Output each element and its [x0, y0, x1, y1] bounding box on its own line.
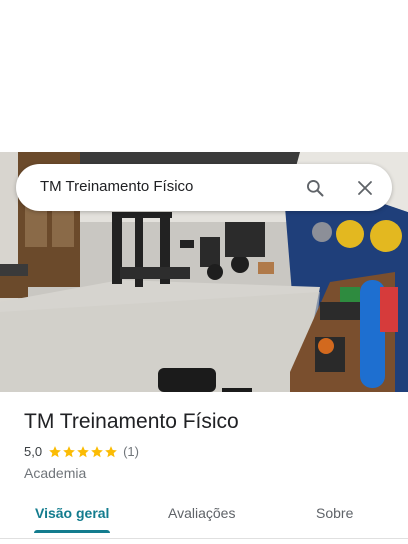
star-icon [91, 445, 103, 457]
tab-reviews[interactable]: Avaliações [168, 505, 235, 521]
review-count[interactable]: (1) [123, 444, 139, 459]
divider [0, 538, 408, 539]
rating-row[interactable]: 5,0 (1) [24, 444, 139, 459]
active-tab-indicator [34, 530, 110, 533]
star-icon [105, 445, 117, 457]
close-button[interactable] [352, 175, 378, 201]
rating-stars [48, 445, 118, 459]
place-title: TM Treinamento Físico [24, 410, 239, 433]
search-button[interactable] [302, 175, 328, 201]
tab-overview[interactable]: Visão geral [35, 505, 109, 521]
search-bar[interactable]: TM Treinamento Físico [16, 164, 392, 211]
star-icon [49, 445, 61, 457]
close-icon [358, 181, 372, 195]
search-icon [307, 180, 324, 197]
rating-value: 5,0 [24, 444, 43, 459]
star-icon [77, 445, 89, 457]
place-category[interactable]: Academia [24, 465, 86, 481]
search-input[interactable]: TM Treinamento Físico [40, 178, 193, 195]
tab-bar: Visão geral Avaliações Sobre [0, 494, 408, 536]
tab-about[interactable]: Sobre [316, 505, 353, 521]
star-icon [63, 445, 75, 457]
